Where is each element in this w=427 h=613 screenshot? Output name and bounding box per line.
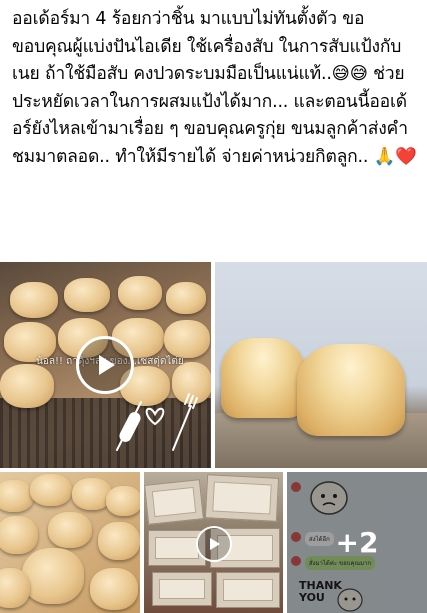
scone xyxy=(22,548,84,604)
video-tile-1[interactable]: น้อล!! ถาดุ้งฯลฯ ของ...เซสดุ่ตไต่ย xyxy=(0,262,211,468)
play-button[interactable] xyxy=(76,336,134,394)
scone xyxy=(48,512,92,548)
scone xyxy=(64,278,110,312)
photo-grid: น้อล!! ถาดุ้งฯลฯ ของ...เซสดุ่ตไต่ย ส่งได… xyxy=(0,262,427,613)
scone xyxy=(0,364,54,408)
more-photos-tile[interactable]: ส่งได้อีก สั่งมาได้ค่ะ ขอบคุณมาก THANK Y… xyxy=(287,472,427,613)
pastry-box xyxy=(152,572,212,606)
scone xyxy=(98,522,140,560)
play-button[interactable] xyxy=(196,526,232,562)
scone xyxy=(221,338,305,418)
scone xyxy=(164,320,210,358)
scone xyxy=(106,486,140,516)
scone xyxy=(166,282,206,314)
more-photos-overlay[interactable]: +2 xyxy=(287,472,427,613)
post-text: ออเด้อร์มา 4 ร้อยกว่าชิ้น มาแบบไม่ทันตั้… xyxy=(12,9,417,167)
play-icon xyxy=(99,355,115,375)
scone xyxy=(30,474,72,506)
scone xyxy=(90,568,138,610)
rolling-pin-icon xyxy=(116,393,198,451)
scone xyxy=(118,276,162,310)
pastry-box xyxy=(216,572,280,608)
photo-tile-2[interactable] xyxy=(215,262,427,468)
more-photos-count: +2 xyxy=(335,526,379,559)
scone xyxy=(0,568,30,608)
scone xyxy=(0,480,34,512)
play-icon xyxy=(210,538,220,550)
video-tile-4[interactable] xyxy=(144,472,283,613)
scone xyxy=(0,516,38,554)
pastry-box xyxy=(204,474,280,522)
scone xyxy=(10,282,58,318)
photo-tile-3[interactable] xyxy=(0,472,140,613)
pastry-box xyxy=(144,479,204,525)
scone xyxy=(297,344,405,436)
